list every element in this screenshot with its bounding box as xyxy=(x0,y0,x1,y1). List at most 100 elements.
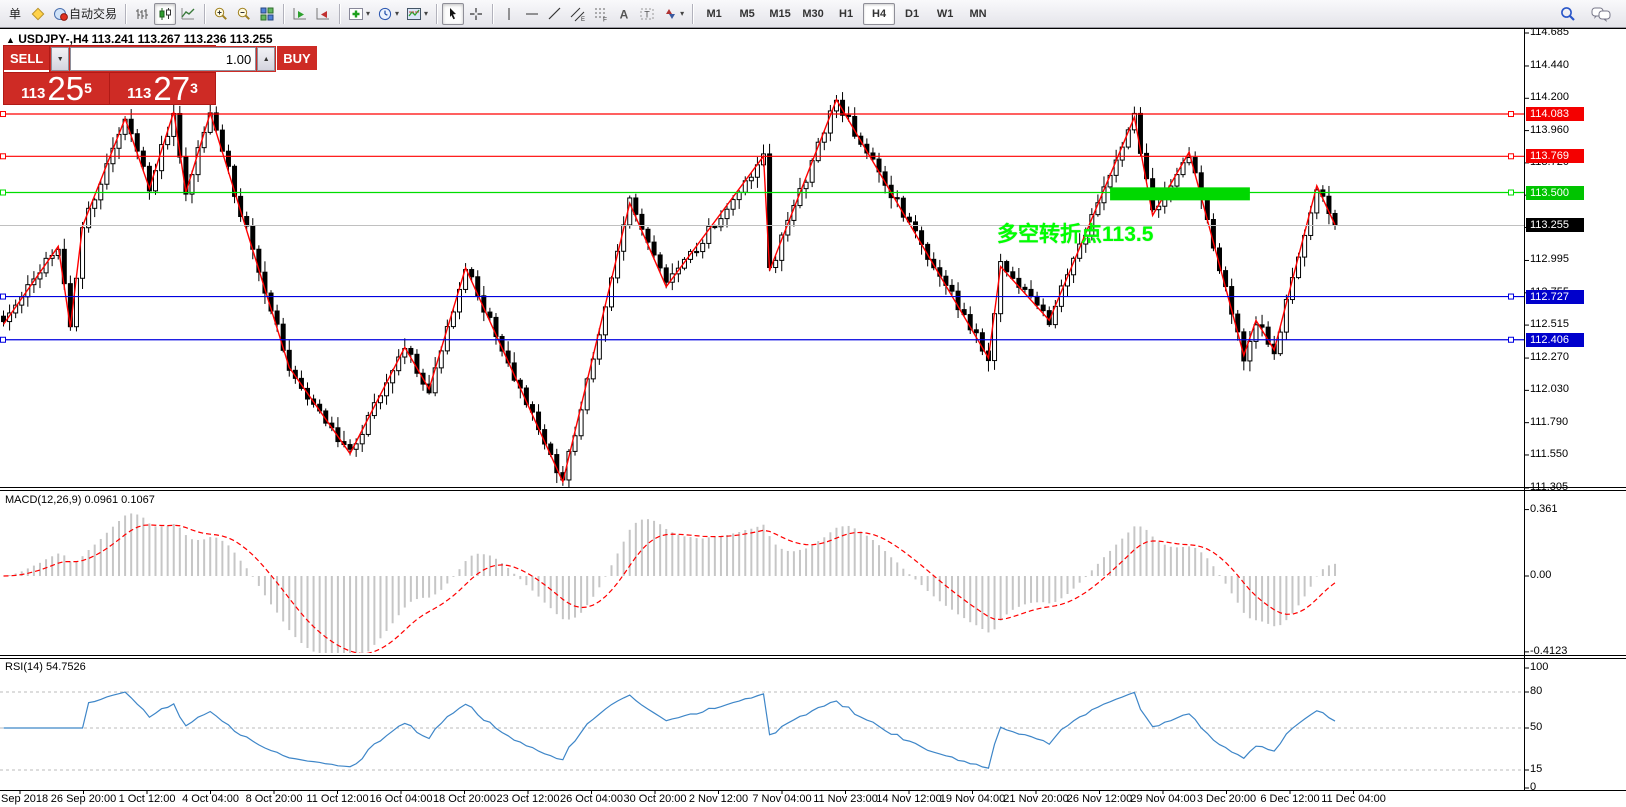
chevron-down-icon: ▾ xyxy=(395,9,400,18)
timeframe-w1[interactable]: W1 xyxy=(929,3,961,25)
candle xyxy=(846,114,852,117)
buy-price-pips: 27 xyxy=(153,70,191,107)
volume-decrease-button[interactable]: ▼ xyxy=(51,47,70,71)
timeframe-group: M1 M5 M15 M30 H1 H4 D1 W1 MN xyxy=(698,2,994,25)
candle xyxy=(736,191,742,201)
hline-handle[interactable] xyxy=(1508,111,1514,118)
timeframe-d1[interactable]: D1 xyxy=(896,3,928,25)
indicators-button[interactable]: ▾ xyxy=(345,3,373,25)
hline-handle[interactable] xyxy=(1508,293,1514,300)
key-level-highlight[interactable] xyxy=(1110,187,1250,201)
timeframe-m15[interactable]: M15 xyxy=(764,3,796,25)
candle xyxy=(487,311,493,318)
crosshair-tool-button[interactable] xyxy=(465,3,487,25)
chat-button[interactable] xyxy=(1588,3,1614,25)
candle xyxy=(773,259,779,269)
sell-price-pips: 25 xyxy=(47,70,85,107)
chart-shift-button[interactable] xyxy=(312,3,334,25)
text-label-tool-button[interactable]: T xyxy=(636,3,658,25)
candle xyxy=(140,150,146,167)
candle xyxy=(949,284,955,292)
timeframe-m30[interactable]: M30 xyxy=(797,3,829,25)
zoom-in-button[interactable] xyxy=(210,3,232,25)
trendline-tool-button[interactable] xyxy=(544,3,566,25)
candle xyxy=(1,315,6,323)
arrows-tool-button[interactable]: ▾ xyxy=(659,3,687,25)
templates-button[interactable]: ▾ xyxy=(403,3,431,25)
channel-tool-button[interactable]: E xyxy=(567,3,589,25)
metaeditor-icon[interactable] xyxy=(27,3,49,25)
buy-price-figure: 113 xyxy=(127,85,152,102)
sell-price[interactable]: 113 25 5 xyxy=(4,70,109,107)
line-chart-mode-button[interactable] xyxy=(177,3,199,25)
candle xyxy=(225,150,231,167)
candle xyxy=(1022,286,1028,290)
volume-input[interactable] xyxy=(70,47,257,71)
candle xyxy=(1034,295,1040,306)
timeframe-h4[interactable]: H4 xyxy=(863,2,896,25)
hline-handle[interactable] xyxy=(0,111,6,118)
candlestick-mode-button[interactable] xyxy=(154,2,177,25)
vertical-line-tool-button[interactable] xyxy=(498,3,520,25)
chart-canvas[interactable] xyxy=(0,0,1626,807)
toolbar-separator xyxy=(204,3,206,24)
candle xyxy=(408,347,414,355)
buy-price[interactable]: 113 27 3 xyxy=(110,70,215,107)
horizontal-line-tool-button[interactable] xyxy=(521,3,543,25)
add-indicator-icon xyxy=(348,6,364,22)
autotrading-label: 自动交易 xyxy=(69,7,118,21)
svg-text:E: E xyxy=(581,17,585,22)
zoom-out-button[interactable] xyxy=(233,3,255,25)
text-tool-button[interactable]: A xyxy=(613,3,635,25)
hline-handle[interactable] xyxy=(0,189,6,196)
candle xyxy=(803,181,809,190)
new-order-button[interactable]: 单 xyxy=(4,3,26,25)
buy-button[interactable]: BUY xyxy=(277,46,317,72)
candle xyxy=(347,444,353,450)
hline-handle[interactable] xyxy=(0,336,6,343)
template-icon xyxy=(406,6,422,22)
timeframe-m5[interactable]: M5 xyxy=(731,3,763,25)
periods-button[interactable]: ▾ xyxy=(374,3,402,25)
tile-windows-button[interactable] xyxy=(256,3,278,25)
timeframe-h1[interactable]: H1 xyxy=(830,3,862,25)
volume-increase-button[interactable]: ▲ xyxy=(257,47,276,71)
autotrading-icon xyxy=(53,6,69,22)
sell-button[interactable]: SELL xyxy=(4,46,50,72)
timeframe-m1[interactable]: M1 xyxy=(698,3,730,25)
candle xyxy=(663,267,669,283)
toolbar-separator xyxy=(283,3,285,24)
candle xyxy=(651,241,657,256)
autotrading-button[interactable]: 自动交易 xyxy=(50,3,120,25)
hline-handle[interactable] xyxy=(1508,336,1514,343)
candle xyxy=(1277,331,1283,355)
hline-handle[interactable] xyxy=(0,153,6,160)
candle xyxy=(730,199,736,210)
candle xyxy=(748,176,754,182)
chevron-down-icon: ▾ xyxy=(366,9,371,18)
fibonacci-tool-button[interactable]: F xyxy=(590,3,612,25)
candle xyxy=(1004,261,1010,273)
svg-text:F: F xyxy=(603,16,607,22)
candle xyxy=(973,329,979,334)
timeframe-mn[interactable]: MN xyxy=(962,3,994,25)
candle xyxy=(700,242,706,253)
candle xyxy=(1247,340,1253,362)
chevron-down-icon: ▾ xyxy=(680,9,685,18)
candle xyxy=(633,197,639,215)
cursor-tool-button[interactable] xyxy=(442,2,465,25)
hline-handle[interactable] xyxy=(0,293,6,300)
candle xyxy=(1253,324,1259,342)
candle xyxy=(724,208,730,220)
buy-price-pipette: 3 xyxy=(190,80,198,96)
auto-scroll-button[interactable] xyxy=(289,3,311,25)
search-button[interactable] xyxy=(1556,3,1580,25)
bar-chart-mode-button[interactable] xyxy=(131,3,153,25)
candle xyxy=(913,221,918,232)
arrows-icon xyxy=(662,6,678,22)
chevron-down-icon: ▾ xyxy=(424,9,429,18)
toolbar-separator xyxy=(492,3,494,24)
candle xyxy=(712,225,718,229)
hline-handle[interactable] xyxy=(1508,189,1514,196)
hline-handle[interactable] xyxy=(1508,153,1514,160)
